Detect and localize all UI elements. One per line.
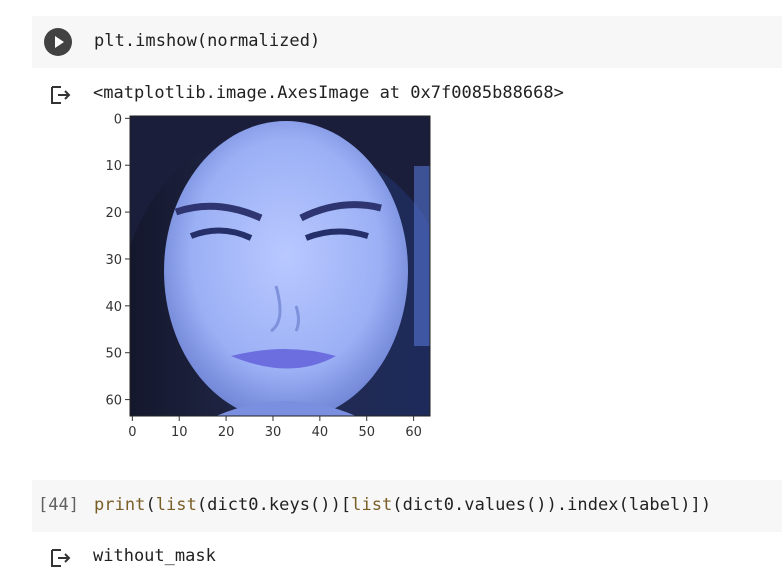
execution-count: [44] [38,495,79,515]
y-tick-label: 30 [105,253,122,268]
output-arrow-icon[interactable] [50,85,72,105]
face-image [130,116,430,416]
y-tick-label: 60 [105,394,122,409]
x-tick-label: 0 [128,425,136,440]
code-input[interactable]: plt.imshow(normalized) [94,31,320,51]
x-tick-label: 30 [265,425,282,440]
code-input[interactable]: print(list(dict0.keys())[list(dict0.valu… [94,495,711,515]
code-token: (dict0.values()).index(label)]) [392,495,712,515]
x-tick-label: 40 [312,425,329,440]
cell-output-text: <matplotlib.image.AxesImage at 0x7f0085b… [93,83,564,103]
y-tick-label: 0 [114,112,122,127]
cell-output-text: without_mask [93,546,216,566]
code-token: list [351,495,393,515]
code-cell-1[interactable]: plt.imshow(normalized) [32,16,782,68]
x-tick-label: 50 [358,425,375,440]
x-axis-ticks: 0 10 20 30 40 50 60 [128,416,422,440]
play-icon [55,36,64,48]
x-tick-label: 60 [405,425,422,440]
x-tick-label: 20 [218,425,235,440]
y-axis-ticks: 0 10 20 30 40 50 60 [105,112,130,409]
code-token: ( [145,495,156,515]
y-tick-label: 40 [105,300,122,315]
code-token: print [94,495,146,515]
y-tick-label: 20 [105,206,122,221]
y-tick-label: 10 [105,159,122,174]
y-tick-label: 50 [105,347,122,362]
code-cell-2[interactable]: [44] print(list(dict0.keys())[list(dict0… [32,480,782,532]
output-arrow-icon[interactable] [50,548,72,568]
code-token: (dict0.keys())[ [196,495,352,515]
x-tick-label: 10 [171,425,188,440]
imshow-plot: 0 10 20 30 40 50 60 0 10 20 30 40 50 60 [105,112,431,440]
code-token: list [155,495,197,515]
run-cell-button[interactable] [44,28,72,56]
